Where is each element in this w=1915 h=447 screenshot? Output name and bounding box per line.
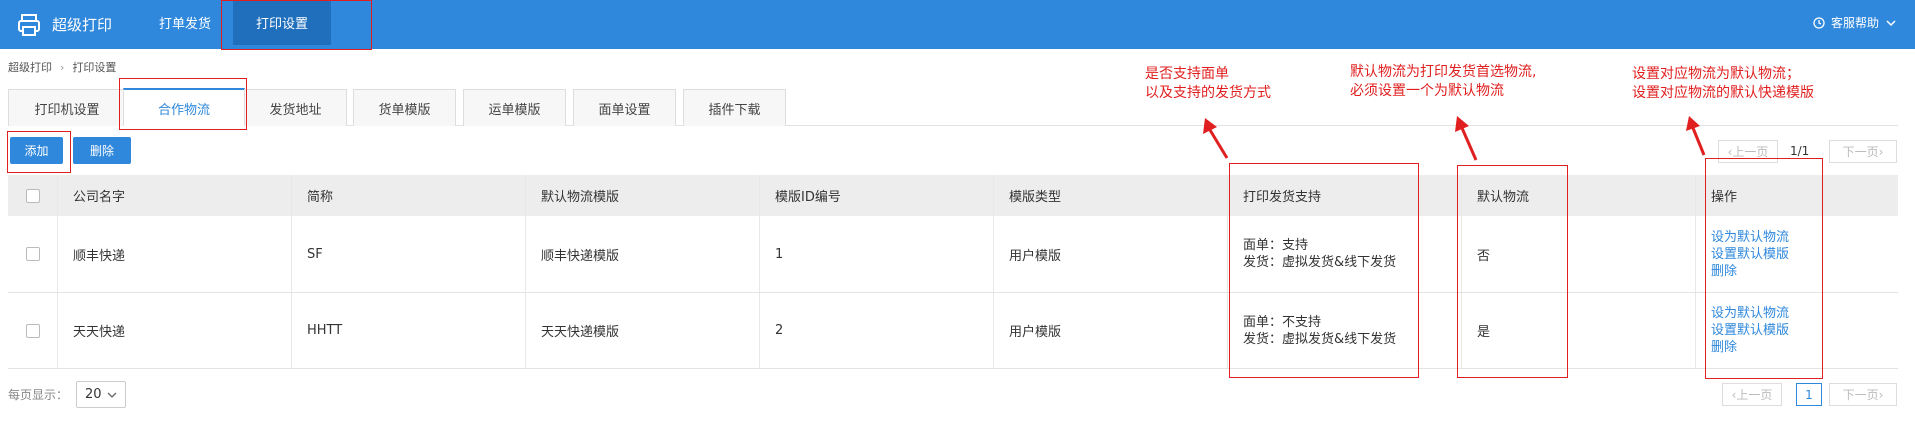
pager-bottom-prev-button[interactable]: ‹ 上一页 xyxy=(1722,383,1782,406)
arrow-default xyxy=(1460,127,1478,161)
per-page-control: 每页显示： 20 xyxy=(8,381,127,408)
arrow-actions xyxy=(1691,127,1706,156)
pager-bottom-next-button[interactable]: 下一页 › xyxy=(1829,383,1897,406)
pager-bottom-prev-label: 上一页 xyxy=(1736,388,1773,402)
pager-bottom-page-1[interactable]: 1 xyxy=(1796,383,1822,406)
per-page-value: 20 xyxy=(85,387,102,402)
per-page-label: 每页显示： xyxy=(8,388,69,402)
pager-bottom-next-label: 下一页 xyxy=(1842,388,1879,402)
chevron-down-icon xyxy=(107,392,117,398)
annotation-arrows xyxy=(1203,116,1706,161)
per-page-select[interactable]: 20 xyxy=(76,381,127,408)
chevron-right-icon: › xyxy=(1878,387,1884,402)
arrow-support xyxy=(1208,129,1229,159)
